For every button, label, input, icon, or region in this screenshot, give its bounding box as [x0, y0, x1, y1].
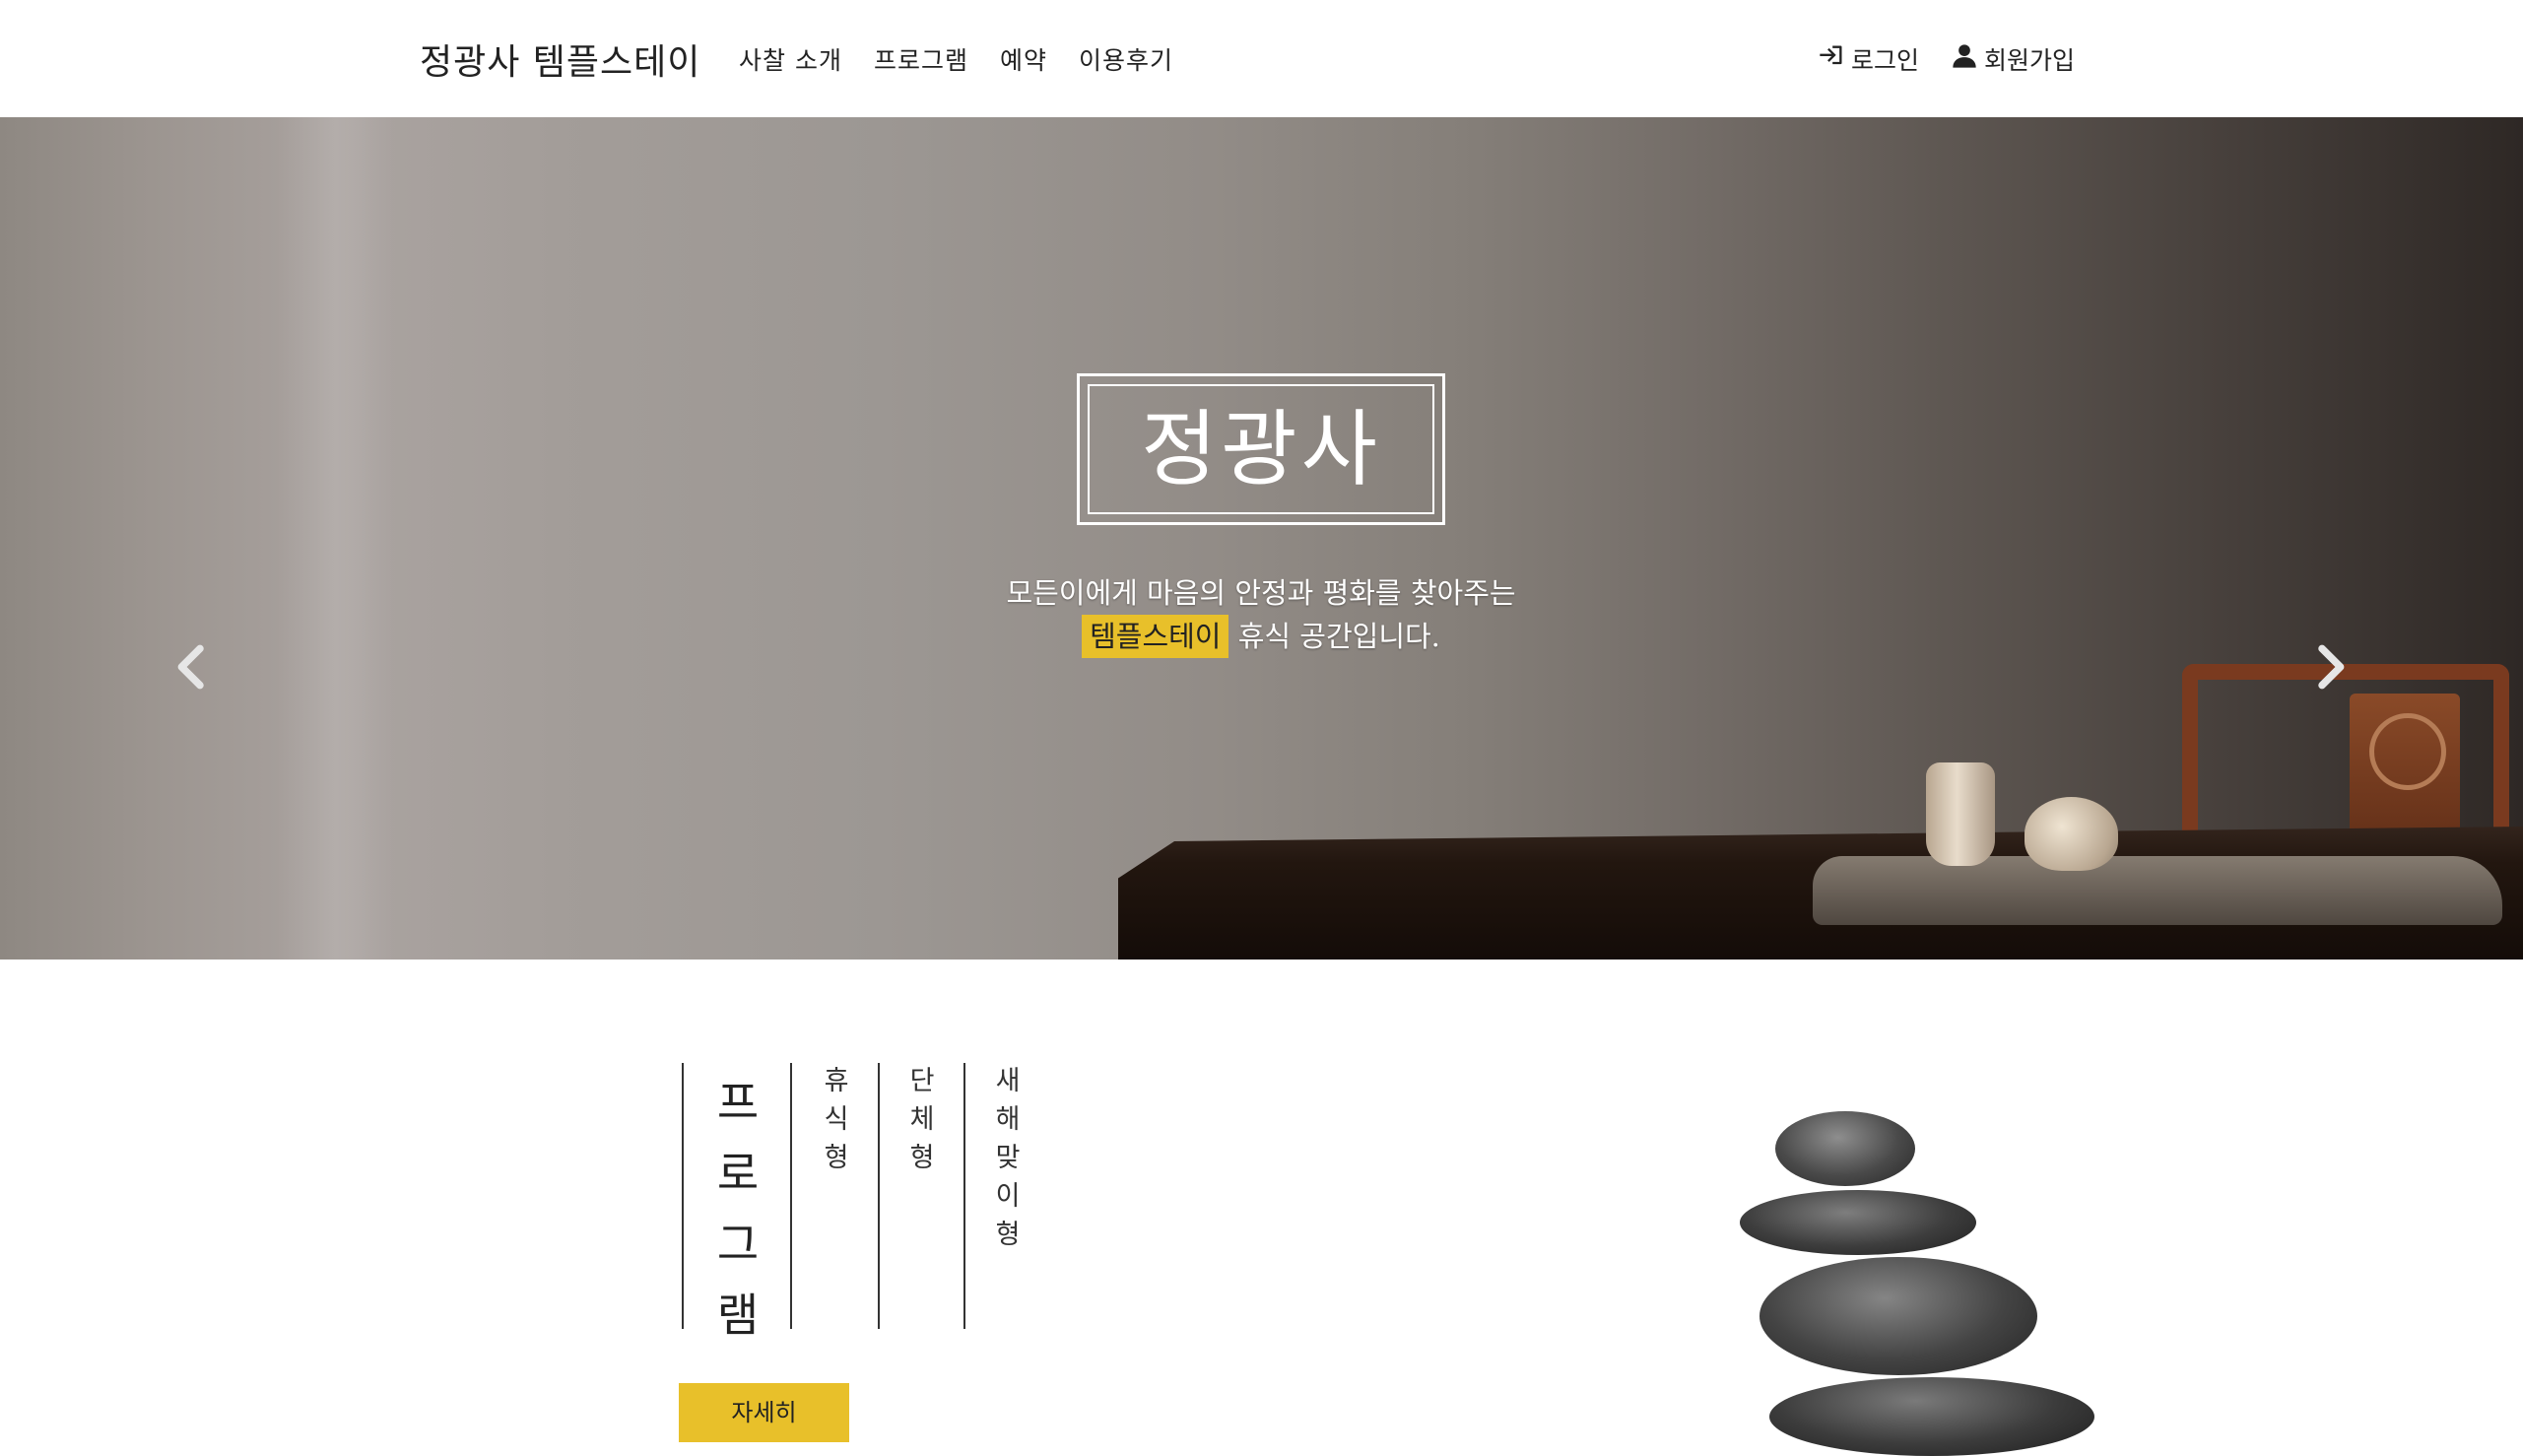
hero-subtitle-line2: 템플스테이 휴식 공간입니다.	[887, 615, 1635, 658]
chevron-left-icon	[177, 644, 204, 690]
signup-label: 회원가입	[1984, 46, 2076, 75]
hero-subtitle-line2-text: 휴식 공간입니다.	[1228, 620, 1440, 653]
carousel-prev-button[interactable]	[166, 639, 221, 695]
program-title: 프로그램	[716, 1076, 760, 1342]
signup-link[interactable]: 회원가입	[1951, 41, 2075, 77]
stacked-stones-image	[1769, 1377, 2094, 1456]
nav-link-programs[interactable]: 프로그램	[874, 41, 968, 77]
program-section	[0, 960, 2523, 1413]
stacked-stones-image	[1775, 1111, 1915, 1186]
nav-link-reviews[interactable]: 이용후기	[1079, 41, 1173, 77]
hero-carousel	[0, 117, 2523, 960]
hero-highlight: 템플스테이	[1082, 615, 1229, 658]
hero-subtitle-line1: 모든이에게 마음의 안정과 평화를 찾아주는	[1006, 576, 1516, 610]
program-divider	[790, 1063, 792, 1329]
carousel-next-button[interactable]	[2301, 639, 2357, 695]
teapot-image	[2025, 797, 2118, 871]
program-more-button[interactable]: 자세히	[679, 1383, 849, 1442]
main-nav: 사찰 소개 프로그램 예약 이용후기	[739, 41, 1173, 77]
sign-in-icon	[1818, 42, 1845, 76]
user-icon	[1951, 42, 1978, 76]
program-divider	[878, 1063, 880, 1329]
brand-logo[interactable]: 정광사 템플스테이	[420, 33, 700, 85]
login-label: 로그인	[1851, 46, 1920, 75]
program-category-group[interactable]: 단체형	[907, 1062, 937, 1177]
chevron-right-icon	[2318, 644, 2345, 690]
hero-subtitle: 모든이에게 마음의 안정과 평화를 찾아주는 템플스테이 휴식 공간입니다.	[887, 571, 1635, 658]
nav-link-temple-intro[interactable]: 사찰 소개	[739, 41, 842, 77]
program-divider	[963, 1063, 965, 1329]
top-navbar: 정광사 템플스테이 사찰 소개 프로그램 예약 이용후기 로그인 회원가입	[0, 0, 2523, 118]
chair-medallion-image	[2369, 713, 2446, 790]
tea-stone-image	[1813, 856, 2502, 925]
tea-cup-image	[1926, 762, 1995, 866]
login-link[interactable]: 로그인	[1818, 41, 1919, 77]
stacked-stones-image	[1740, 1190, 1976, 1255]
program-category-newyear[interactable]: 새해맞이형	[993, 1062, 1023, 1254]
hero-light-streak	[276, 117, 394, 960]
account-nav: 로그인 회원가입	[1818, 41, 2075, 77]
program-divider	[682, 1063, 684, 1329]
nav-link-reservation[interactable]: 예약	[1000, 41, 1047, 77]
stacked-stones-image	[1759, 1257, 2037, 1375]
hero-title: 정광사	[1141, 401, 1381, 497]
program-category-rest[interactable]: 휴식형	[822, 1062, 851, 1177]
